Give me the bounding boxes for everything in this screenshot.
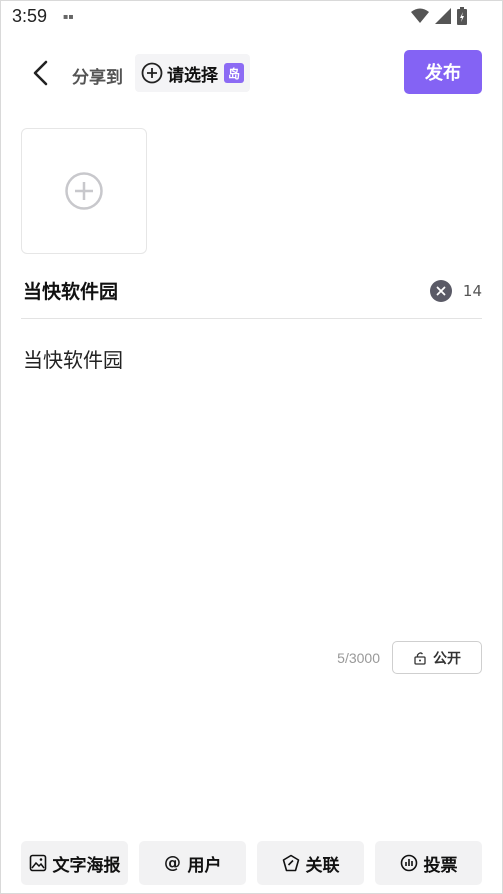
tool-label: 文字海报 — [52, 855, 121, 876]
publish-button[interactable]: 发布 — [404, 50, 482, 94]
status-bar: 3:59 ▪▪ — [0, 0, 503, 32]
text-poster-button[interactable]: 文字海报 — [21, 841, 128, 885]
poll-icon — [400, 854, 417, 872]
mention-user-button[interactable]: @ 用户 — [139, 841, 246, 885]
close-icon — [436, 286, 446, 296]
title-row: 14 — [21, 274, 482, 319]
wifi-icon — [411, 8, 429, 23]
image-icon — [29, 854, 46, 872]
clear-title-button[interactable] — [430, 280, 452, 302]
status-time: 3:59 — [12, 6, 48, 26]
title-char-count: 14 — [462, 282, 482, 300]
title-input[interactable] — [21, 278, 405, 302]
add-image-button[interactable] — [21, 128, 147, 254]
tool-label: 投票 — [423, 855, 458, 876]
privacy-toggle-button[interactable]: 公开 — [392, 641, 482, 674]
battery-icon — [457, 7, 467, 25]
body-char-count: 5/3000 — [337, 650, 380, 666]
header-bar: 分享到 请选择 岛 发布 — [0, 50, 503, 96]
tag-icon — [282, 854, 299, 872]
tool-label: 关联 — [305, 855, 340, 876]
back-button[interactable] — [24, 56, 58, 90]
island-badge: 岛 — [224, 63, 244, 83]
link-related-button[interactable]: 关联 — [257, 841, 364, 885]
body-textarea[interactable]: 当快软件园 — [23, 344, 483, 624]
privacy-label: 公开 — [433, 650, 461, 667]
chevron-left-icon — [33, 60, 48, 86]
lock-icon — [414, 651, 426, 665]
bottom-toolbar: 文字海报 @ 用户 关联 投票 — [21, 841, 482, 885]
tool-label: 用户 — [187, 855, 222, 876]
plus-circle-icon — [65, 172, 103, 210]
signal-icon — [435, 8, 451, 24]
at-icon: @ — [164, 853, 181, 873]
plus-circle-icon — [141, 62, 163, 84]
select-label: 请选择 — [167, 65, 218, 86]
select-destination-button[interactable]: 请选择 岛 — [135, 54, 250, 92]
notification-icon: ▪▪ — [63, 12, 74, 21]
share-to-label: 分享到 — [72, 68, 123, 88]
poll-button[interactable]: 投票 — [375, 841, 482, 885]
